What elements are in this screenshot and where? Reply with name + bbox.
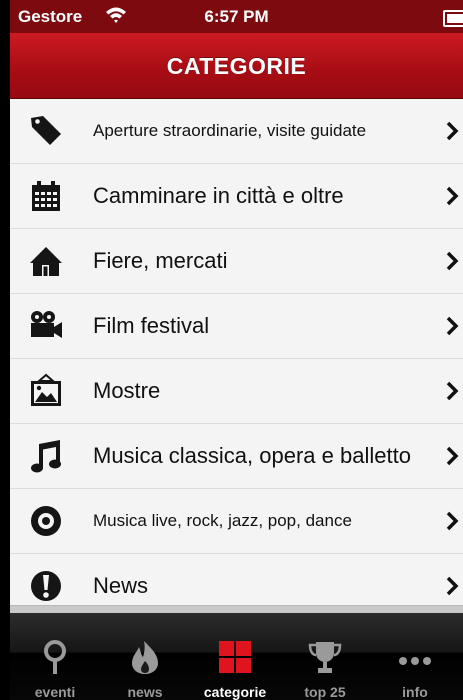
house-icon	[28, 243, 64, 279]
category-label: Fiere, mercati	[93, 248, 228, 273]
tab-label: info	[402, 684, 428, 700]
tab-news[interactable]: news	[100, 613, 190, 700]
tab-label: categorie	[203, 684, 267, 700]
category-row-aperture[interactable]: Aperture straordinarie, visite guidate	[10, 99, 463, 164]
chevron-right-icon	[445, 511, 459, 531]
tab-label: top 25	[304, 684, 346, 700]
tab-bar: eventi news categorie top 25 info	[10, 613, 463, 700]
chevron-right-icon	[445, 446, 459, 466]
category-row-mostre[interactable]: Mostre	[10, 359, 463, 424]
tab-label: eventi	[34, 684, 76, 700]
category-label: Musica live, rock, jazz, pop, dance	[93, 511, 352, 530]
map-pin-icon	[37, 639, 73, 675]
tab-categorie[interactable]: categorie	[190, 613, 280, 700]
tab-eventi[interactable]: eventi	[10, 613, 100, 700]
category-row-film[interactable]: Film festival	[10, 294, 463, 359]
chevron-right-icon	[445, 121, 459, 141]
category-label: Film festival	[93, 313, 210, 338]
navigation-bar: CATEGORIE	[10, 33, 463, 99]
more-dots-icon	[397, 639, 433, 675]
chevron-right-icon	[445, 251, 459, 271]
calendar-icon	[28, 178, 64, 214]
category-list: Aperture straordinarie, visite guidate C…	[10, 99, 463, 619]
picture-icon	[28, 373, 64, 409]
tab-info[interactable]: info	[370, 613, 460, 700]
tag-icon	[28, 113, 64, 149]
chevron-right-icon	[445, 381, 459, 401]
music-note-icon	[28, 438, 64, 474]
chevron-right-icon	[445, 316, 459, 336]
chevron-right-icon	[445, 186, 459, 206]
category-row-musica-classica[interactable]: Musica classica, opera e balletto	[10, 424, 463, 489]
page-title: CATEGORIE	[166, 53, 307, 79]
clock: 6:57 PM	[204, 7, 269, 26]
exclamation-icon	[28, 568, 64, 604]
category-label: Mostre	[93, 378, 161, 403]
screen-edge	[0, 0, 10, 700]
video-camera-icon	[28, 308, 64, 344]
grid-icon	[217, 639, 253, 675]
battery-icon	[443, 10, 463, 27]
flame-icon	[127, 639, 163, 675]
tab-top25[interactable]: top 25	[280, 613, 370, 700]
vinyl-disc-icon	[28, 503, 64, 539]
category-label: Aperture straordinarie, visite guidate	[93, 121, 367, 140]
tab-label: news	[127, 684, 163, 700]
category-label: Musica classica, opera e balletto	[93, 443, 411, 468]
category-row-camminare[interactable]: Camminare in città e oltre	[10, 164, 463, 229]
category-label: Camminare in città e oltre	[93, 183, 344, 208]
trophy-icon	[307, 639, 343, 675]
chevron-right-icon	[445, 576, 459, 596]
category-row-fiere[interactable]: Fiere, mercati	[10, 229, 463, 294]
status-bar: Gestore 6:57 PM	[10, 0, 463, 33]
category-row-musica-live[interactable]: Musica live, rock, jazz, pop, dance	[10, 489, 463, 554]
